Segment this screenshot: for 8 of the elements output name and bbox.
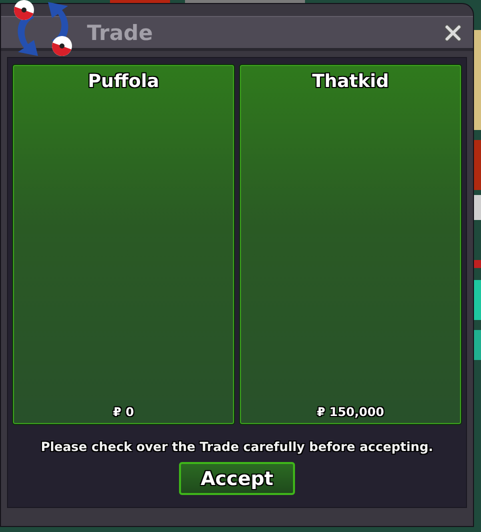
- money-amount: ₽ 150,000: [316, 405, 384, 419]
- close-button[interactable]: [443, 22, 463, 42]
- accept-button[interactable]: Accept: [179, 462, 295, 495]
- window-title: Trade: [87, 20, 154, 44]
- notice-text: Please check over the Trade carefully before accepting.: [40, 439, 434, 454]
- trader-name: Puffola: [88, 71, 160, 92]
- trader-name: Thatkid: [312, 71, 389, 92]
- money-amount: ₽ 0: [113, 405, 134, 419]
